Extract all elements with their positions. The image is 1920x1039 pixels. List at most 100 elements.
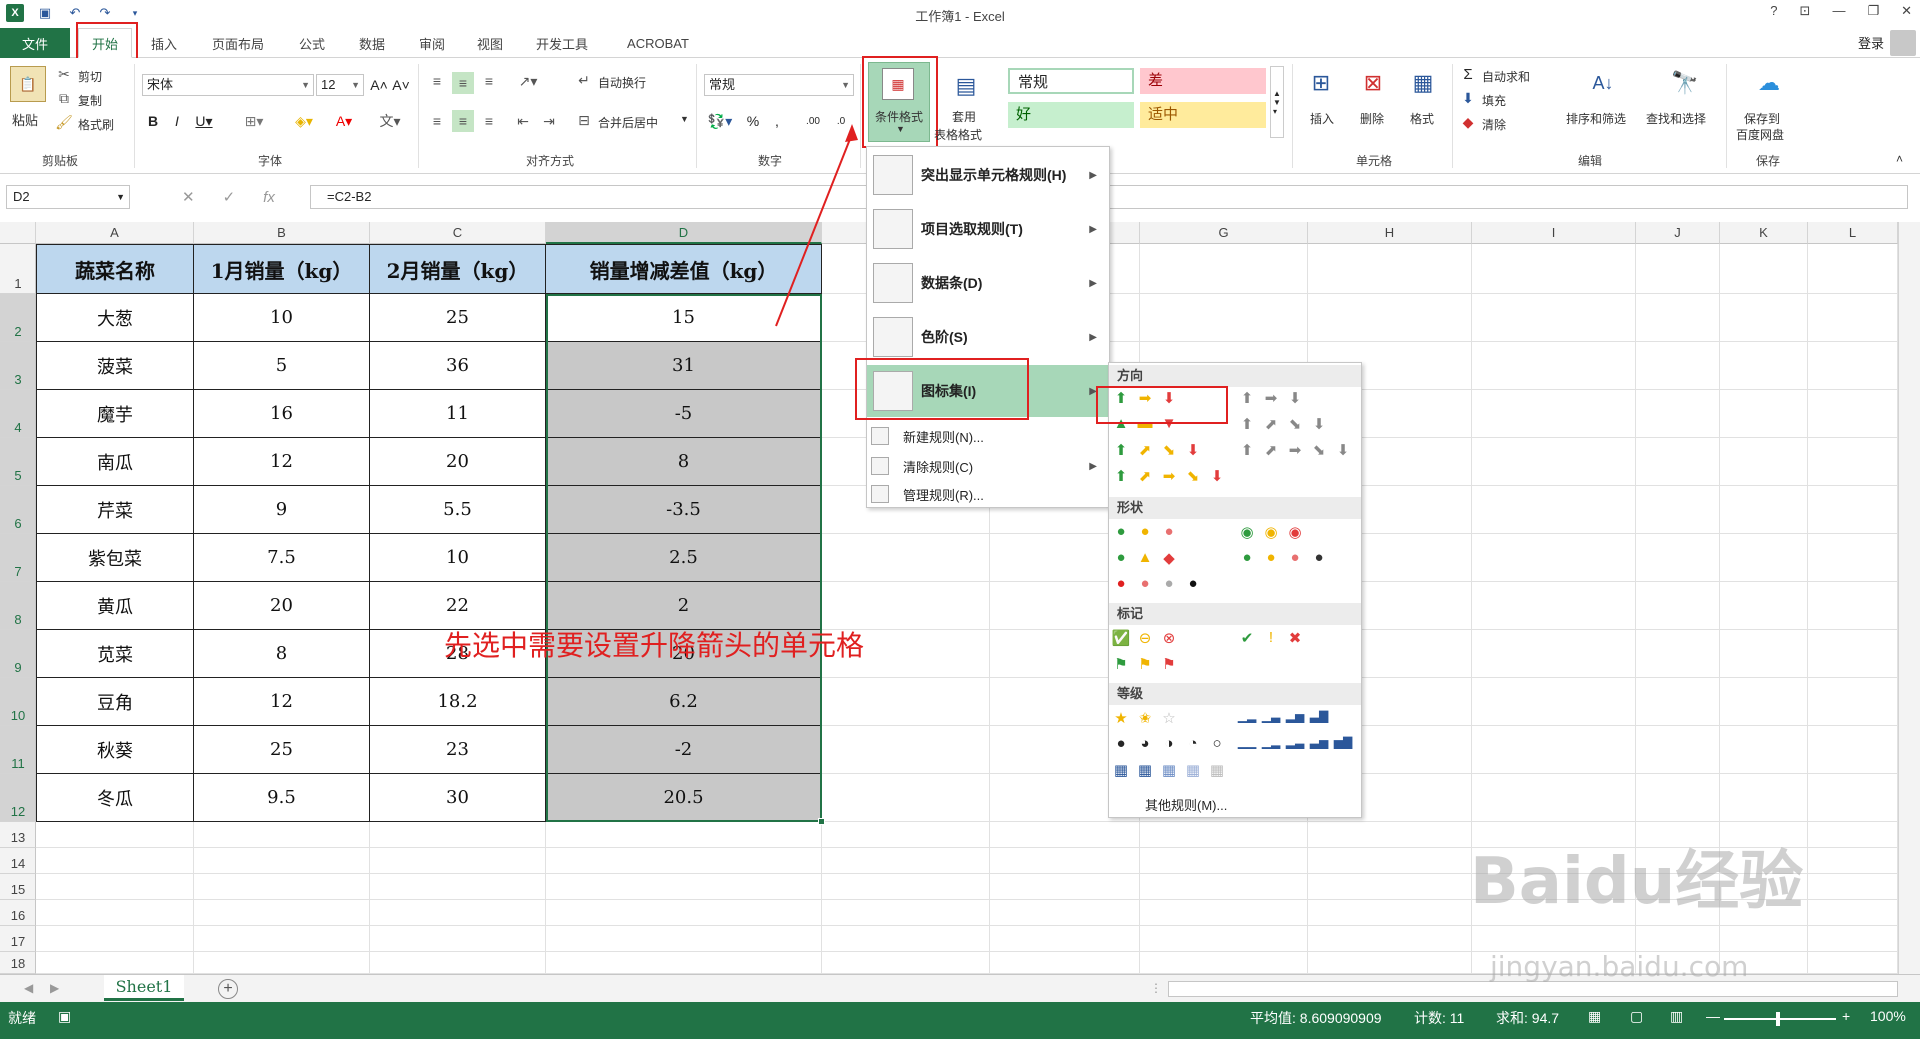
table-cell[interactable]: 22 (370, 582, 546, 630)
styles-scroll-icon[interactable]: ▲ ▼ ▾ (1270, 66, 1284, 138)
menu-item-new-rule[interactable]: 新建规则(N)... (867, 423, 1109, 449)
table-cell[interactable]: 9.5 (194, 774, 370, 822)
comma-icon[interactable]: , (768, 112, 786, 130)
icon-set-4-arrows-colored[interactable]: ⬆ ⬈ ⬊ ⬇ (1111, 441, 1203, 459)
italic-icon[interactable]: I (168, 112, 186, 130)
cut-button[interactable]: 剪切 (78, 68, 102, 85)
row-header-13[interactable]: 13 (0, 822, 36, 848)
style-good[interactable]: 好 (1008, 102, 1134, 128)
tab-formulas[interactable]: 公式 (288, 28, 336, 58)
row-header-14[interactable]: 14 (0, 848, 36, 874)
sheet-tab-sheet1[interactable]: Sheet1 (104, 975, 184, 1001)
icon-set-4-arrows-gray[interactable]: ⬆ ⬈ ⬊ ⬇ (1237, 415, 1329, 433)
table-cell[interactable]: 10 (194, 294, 370, 342)
table-cell[interactable]: 25 (370, 294, 546, 342)
zoom-out-icon[interactable]: — (1706, 1008, 1720, 1024)
align-right-icon[interactable]: ≡ (480, 112, 498, 130)
table-cell[interactable]: 12 (194, 678, 370, 726)
table-cell[interactable]: 秋葵 (36, 726, 194, 774)
tab-review[interactable]: 审阅 (408, 28, 456, 58)
menu-item-top-bottom-rules[interactable]: 项目选取规则(T) ▶ (867, 205, 1109, 253)
increase-indent-icon[interactable]: ⇥ (540, 112, 558, 130)
collapse-ribbon-icon[interactable]: ˄ (1896, 152, 1903, 166)
row-header-3[interactable]: 3 (0, 342, 36, 390)
table-cell[interactable]: 23 (370, 726, 546, 774)
row-header-1[interactable]: 1 (0, 244, 36, 294)
fill-color-icon[interactable]: ◈▾ (288, 112, 320, 130)
table-header-cell[interactable]: 蔬菜名称 (36, 244, 194, 294)
table-cell[interactable]: 芹菜 (36, 486, 194, 534)
decrease-indent-icon[interactable]: ⇤ (514, 112, 532, 130)
clear-button[interactable]: 清除 (1482, 116, 1506, 133)
style-neutral[interactable]: 适中 (1140, 102, 1266, 128)
row-header-10[interactable]: 10 (0, 678, 36, 726)
orientation-icon[interactable]: ↗▾ (514, 72, 542, 90)
tab-acrobat[interactable]: ACROBAT (612, 28, 704, 58)
table-header-cell[interactable]: 销量增减差值（kg） (546, 244, 822, 294)
style-bad[interactable]: 差 (1140, 68, 1266, 94)
more-rules-link[interactable]: 其他规则(M)... (1145, 795, 1227, 814)
name-box[interactable]: D2 ▼ (6, 185, 130, 209)
row-header-6[interactable]: 6 (0, 486, 36, 534)
table-cell[interactable]: 10 (370, 534, 546, 582)
column-header-d[interactable]: D (546, 222, 822, 244)
macro-record-icon[interactable]: ▣ (58, 1008, 71, 1025)
avatar[interactable] (1890, 30, 1916, 56)
icon-set-3-arrows-gray[interactable]: ⬆ ➡ ⬇ (1237, 389, 1305, 407)
tab-developer[interactable]: 开发工具 (524, 28, 600, 58)
help-icon[interactable]: ? (1770, 3, 1777, 19)
icon-set-5-quarters[interactable]: ● ◕ ◑ ◔ ○ (1111, 735, 1227, 752)
row-header-18[interactable]: 18 (0, 952, 36, 974)
align-center-icon[interactable]: ≡ (452, 110, 474, 132)
tab-view[interactable]: 视图 (466, 28, 514, 58)
align-bottom-icon[interactable]: ≡ (480, 72, 498, 90)
format-as-table-label-1[interactable]: 套用 (952, 108, 976, 125)
row-header-2[interactable]: 2 (0, 294, 36, 342)
row-header-9[interactable]: 9 (0, 630, 36, 678)
table-cell[interactable]: 18.2 (370, 678, 546, 726)
decrease-decimal-icon[interactable]: .0 (830, 112, 852, 130)
insert-cells-button[interactable]: 插入 (1310, 110, 1334, 127)
baidu-cloud-icon[interactable]: ☁ (1752, 68, 1786, 98)
icon-set-3-stars[interactable]: ★ ✬ ☆ (1111, 709, 1179, 727)
row-header-7[interactable]: 7 (0, 534, 36, 582)
table-cell[interactable]: 20 (194, 582, 370, 630)
table-cell[interactable]: 9 (194, 486, 370, 534)
page-break-view-icon[interactable]: ▥ (1670, 1008, 1683, 1025)
vertical-scrollbar[interactable] (1898, 222, 1920, 974)
align-middle-icon[interactable]: ≡ (452, 72, 474, 94)
table-cell[interactable]: 7.5 (194, 534, 370, 582)
page-layout-view-icon[interactable]: ▢ (1630, 1008, 1643, 1025)
borders-icon[interactable]: ⊞▾ (240, 112, 268, 130)
format-cells-icon[interactable]: ▦ (1406, 66, 1440, 100)
icon-set-5-arrows-colored[interactable]: ⬆ ⬈ ➡ ⬊ ⬇ (1111, 467, 1227, 485)
fill-icon[interactable]: ⬇ (1460, 90, 1476, 106)
row-header-15[interactable]: 15 (0, 874, 36, 900)
align-top-icon[interactable]: ≡ (428, 72, 446, 90)
sheet-nav-prev-icon[interactable]: ◀ (24, 981, 33, 995)
table-cell[interactable]: 16 (194, 390, 370, 438)
save-to-label[interactable]: 保存到 (1744, 110, 1780, 127)
autosum-icon[interactable]: Σ (1460, 66, 1476, 83)
minimize-icon[interactable]: — (1832, 3, 1845, 19)
column-header-b[interactable]: B (194, 222, 370, 244)
icon-set-red-to-black[interactable]: ● ● ● ● (1111, 575, 1203, 592)
insert-function-icon[interactable]: fx (263, 189, 275, 206)
wrap-text-icon[interactable]: ↵ (576, 72, 592, 88)
column-header-a[interactable]: A (36, 222, 194, 244)
select-all-corner[interactable] (0, 222, 36, 244)
copy-button[interactable]: 复制 (78, 92, 102, 109)
sheet-nav-next-icon[interactable]: ▶ (50, 981, 59, 995)
table-header-cell[interactable]: 2月销量（kg） (370, 244, 546, 294)
add-sheet-icon[interactable]: + (218, 979, 238, 999)
copy-icon[interactable]: ⧉ (56, 90, 72, 106)
font-size-select[interactable]: 12 ▼ (316, 74, 364, 96)
clear-icon[interactable]: ◆ (1460, 114, 1476, 130)
format-as-table-label-2[interactable]: 表格格式 (934, 126, 982, 143)
table-cell[interactable]: 20 (370, 438, 546, 486)
icon-set-5-ratings[interactable]: ▁▁ ▁▂ ▂▃ ▃▅ ▅▇ (1237, 735, 1353, 749)
format-painter-icon[interactable]: 🖌 (55, 114, 73, 130)
find-select-icon[interactable]: 🔭 (1668, 66, 1702, 100)
zoom-level[interactable]: 100% (1870, 1008, 1906, 1024)
sheet-options-icon[interactable]: ⋮ (1150, 981, 1162, 995)
